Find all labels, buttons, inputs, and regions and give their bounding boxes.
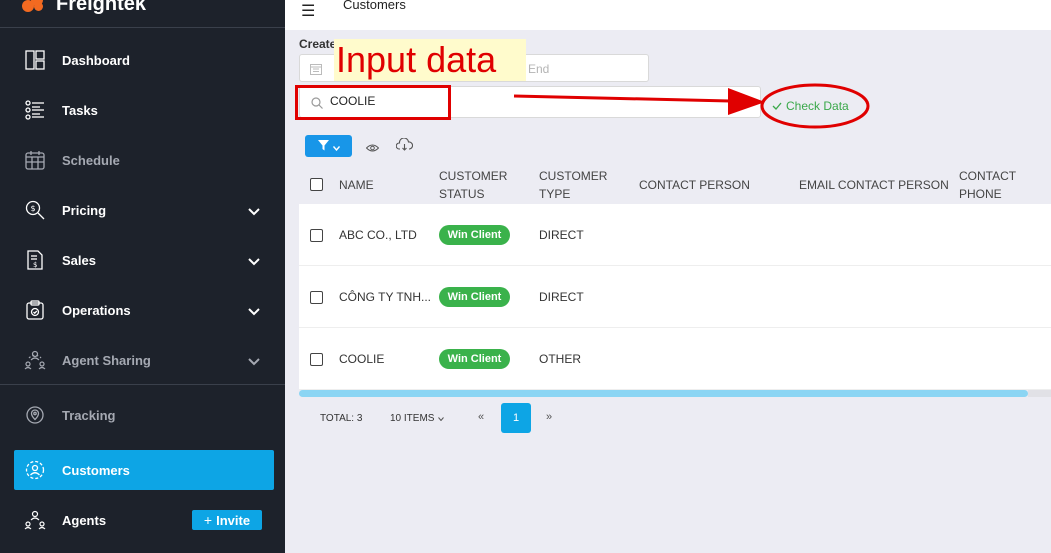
annotation-ellipse	[760, 83, 870, 129]
annotation-overlay	[513, 83, 870, 129]
annotation-arrow	[513, 88, 765, 115]
